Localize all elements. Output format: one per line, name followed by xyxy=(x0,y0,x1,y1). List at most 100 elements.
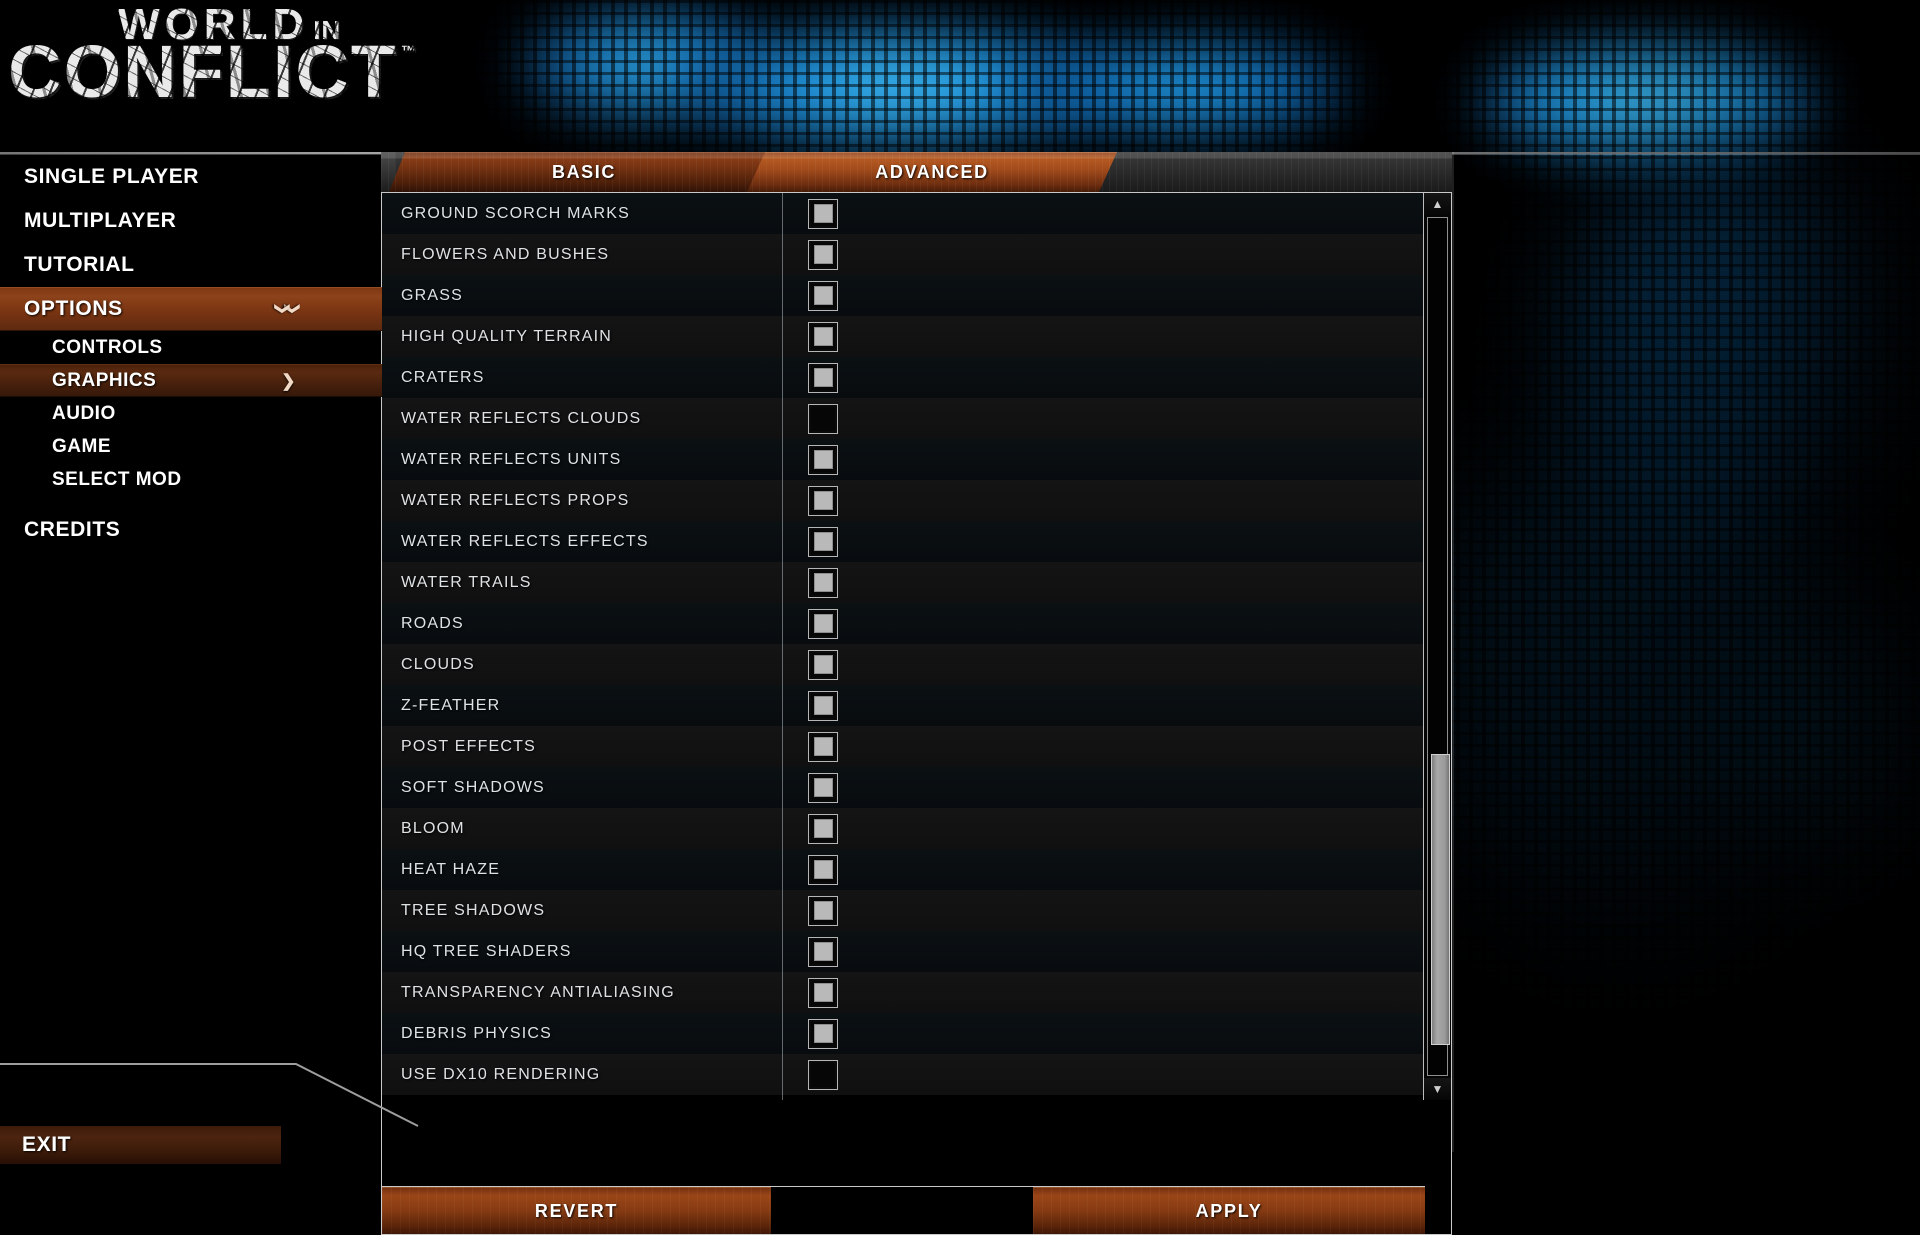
setting-row[interactable]: TREE SHADOWS xyxy=(382,890,1425,931)
sidebar-item-single-player[interactable]: SINGLE PLAYER xyxy=(0,155,382,199)
setting-row[interactable]: GRASS xyxy=(382,275,1425,316)
setting-checkbox[interactable] xyxy=(808,363,838,393)
setting-label: CLOUDS xyxy=(401,656,475,674)
setting-checkbox[interactable] xyxy=(808,322,838,352)
setting-row[interactable]: WATER REFLECTS EFFECTS xyxy=(382,521,1425,562)
scrollbar-track[interactable] xyxy=(1427,217,1448,1076)
checkbox-fill-icon xyxy=(814,778,833,797)
setting-row[interactable]: HEAT HAZE xyxy=(382,849,1425,890)
setting-checkbox-cell xyxy=(803,609,843,639)
setting-checkbox[interactable] xyxy=(808,486,838,516)
setting-row[interactable]: HQ TREE SHADERS xyxy=(382,931,1425,972)
scroll-down-arrow-icon[interactable]: ▼ xyxy=(1424,1078,1451,1100)
setting-checkbox-cell xyxy=(803,199,843,229)
setting-checkbox-cell xyxy=(803,1060,843,1090)
setting-row[interactable]: WATER REFLECTS PROPS xyxy=(382,480,1425,521)
options-panel: BASIC ADVANCED GROUND SCORCH MARKSFLOWER… xyxy=(381,152,1452,1152)
sidebar-item-label: CONTROLS xyxy=(52,337,163,359)
checkbox-fill-icon xyxy=(814,286,833,305)
revert-button-label: REVERT xyxy=(535,1201,618,1222)
setting-row[interactable]: BLOOM xyxy=(382,808,1425,849)
checkbox-fill-icon xyxy=(814,450,833,469)
setting-checkbox-cell xyxy=(803,650,843,680)
tab-basic[interactable]: BASIC xyxy=(389,152,779,192)
setting-row[interactable]: WATER REFLECTS UNITS xyxy=(382,439,1425,480)
setting-row[interactable]: DEBRIS PHYSICS xyxy=(382,1013,1425,1054)
sidebar-item-select-mod[interactable]: SELECT MOD xyxy=(0,463,382,496)
setting-row[interactable]: HIGH QUALITY TERRAIN xyxy=(382,316,1425,357)
sidebar-item-label: SINGLE PLAYER xyxy=(24,165,199,189)
exit-button-label: EXIT xyxy=(22,1133,71,1157)
sidebar-item-label: TUTORIAL xyxy=(24,253,135,277)
setting-row[interactable]: Z-FEATHER xyxy=(382,685,1425,726)
setting-checkbox-cell xyxy=(803,937,843,967)
chevron-right-icon: ❯ xyxy=(281,372,296,389)
sidebar-item-graphics[interactable]: GRAPHICS❯ xyxy=(0,364,382,397)
setting-row[interactable]: USE DX10 RENDERING xyxy=(382,1054,1425,1095)
setting-row[interactable]: TRANSPARENCY ANTIALIASING xyxy=(382,972,1425,1013)
setting-checkbox-cell xyxy=(803,322,843,352)
setting-checkbox[interactable] xyxy=(808,937,838,967)
setting-checkbox[interactable] xyxy=(808,855,838,885)
setting-checkbox[interactable] xyxy=(808,650,838,680)
sidebar-item-game[interactable]: GAME xyxy=(0,430,382,463)
setting-checkbox[interactable] xyxy=(808,527,838,557)
sidebar-item-tutorial[interactable]: TUTORIAL xyxy=(0,243,382,287)
checkbox-fill-icon xyxy=(814,327,833,346)
scroll-up-arrow-icon[interactable]: ▲ xyxy=(1424,193,1451,215)
setting-label: TREE SHADOWS xyxy=(401,902,545,920)
checkbox-fill-icon xyxy=(814,737,833,756)
setting-checkbox[interactable] xyxy=(808,568,838,598)
checkbox-fill-icon xyxy=(814,614,833,633)
sidebar-item-label: OPTIONS xyxy=(24,297,123,321)
setting-checkbox-cell xyxy=(803,855,843,885)
setting-checkbox-cell xyxy=(803,1019,843,1049)
setting-row[interactable]: POST EFFECTS xyxy=(382,726,1425,767)
tab-advanced[interactable]: ADVANCED xyxy=(747,152,1117,192)
checkbox-fill-icon xyxy=(814,573,833,592)
setting-row[interactable]: FLOWERS AND BUSHES xyxy=(382,234,1425,275)
setting-checkbox[interactable] xyxy=(808,814,838,844)
setting-row[interactable]: CRATERS xyxy=(382,357,1425,398)
apply-button[interactable]: APPLY xyxy=(1033,1187,1425,1235)
setting-checkbox[interactable] xyxy=(808,732,838,762)
setting-row[interactable]: CLOUDS xyxy=(382,644,1425,685)
setting-checkbox[interactable] xyxy=(808,281,838,311)
setting-checkbox[interactable] xyxy=(808,609,838,639)
setting-checkbox-cell xyxy=(803,404,843,434)
setting-label: GRASS xyxy=(401,287,463,305)
background-glow xyxy=(1700,560,1920,900)
setting-checkbox[interactable] xyxy=(808,691,838,721)
setting-row[interactable]: WATER TRAILS xyxy=(382,562,1425,603)
setting-checkbox[interactable] xyxy=(808,404,838,434)
setting-checkbox[interactable] xyxy=(808,896,838,926)
setting-row[interactable]: ROADS xyxy=(382,603,1425,644)
sidebar-item-credits[interactable]: CREDITS xyxy=(0,508,382,552)
sidebar-item-options[interactable]: OPTIONS❯❯ xyxy=(0,287,382,331)
checkbox-fill-icon xyxy=(814,532,833,551)
setting-checkbox[interactable] xyxy=(808,773,838,803)
checkbox-fill-icon xyxy=(814,942,833,961)
setting-checkbox[interactable] xyxy=(808,240,838,270)
setting-row[interactable]: SOFT SHADOWS xyxy=(382,767,1425,808)
setting-row[interactable]: WATER REFLECTS CLOUDS xyxy=(382,398,1425,439)
setting-label: ROADS xyxy=(401,615,464,633)
sidebar-item-label: CREDITS xyxy=(24,518,120,542)
settings-scrollbar[interactable]: ▲ ▼ xyxy=(1423,193,1451,1100)
setting-row[interactable]: GROUND SCORCH MARKS xyxy=(382,193,1425,234)
sidebar-item-multiplayer[interactable]: MULTIPLAYER xyxy=(0,199,382,243)
sidebar-item-audio[interactable]: AUDIO xyxy=(0,397,382,430)
exit-button[interactable]: EXIT xyxy=(0,1126,281,1164)
scrollbar-thumb[interactable] xyxy=(1431,754,1450,1045)
sidebar-item-label: GAME xyxy=(52,436,111,458)
action-bar-gap xyxy=(771,1187,1033,1234)
checkbox-fill-icon xyxy=(814,901,833,920)
setting-checkbox[interactable] xyxy=(808,1060,838,1090)
sidebar-item-controls[interactable]: CONTROLS xyxy=(0,331,382,364)
setting-checkbox[interactable] xyxy=(808,445,838,475)
panel-right-edge xyxy=(1452,152,1454,1152)
setting-checkbox[interactable] xyxy=(808,1019,838,1049)
setting-checkbox[interactable] xyxy=(808,978,838,1008)
tab-bar: BASIC ADVANCED xyxy=(381,152,1452,192)
setting-checkbox[interactable] xyxy=(808,199,838,229)
